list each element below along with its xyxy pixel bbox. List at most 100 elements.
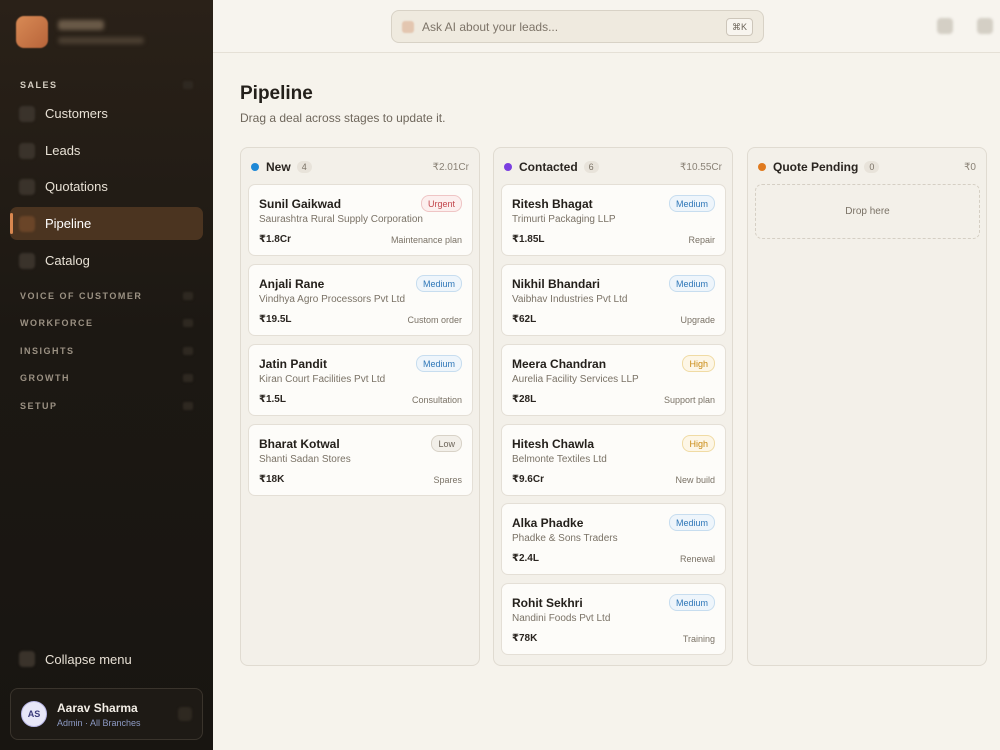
deal-card[interactable]: Rohit Sekhri Nandini Foods Pvt Ltd Mediu… — [501, 583, 726, 655]
priority-badge: High — [682, 355, 715, 372]
column-header: Contacted 6 ₹10.55Cr — [504, 158, 722, 176]
priority-badge: Medium — [668, 275, 715, 292]
deal-amount: ₹1.85L — [512, 234, 545, 245]
deal-amount: ₹62L — [512, 314, 537, 325]
deal-card[interactable]: Meera Chandran Aurelia Facility Services… — [501, 344, 726, 416]
user-role: Admin · All Branches — [57, 717, 141, 728]
deal-company: Vaibhav Industries Pvt Ltd — [512, 294, 628, 305]
priority-badge: Medium — [415, 355, 462, 372]
more-icon[interactable] — [178, 707, 192, 721]
file-icon — [19, 178, 35, 195]
brand[interactable] — [16, 16, 144, 48]
column-total: ₹2.01Cr — [432, 161, 469, 173]
column-total: ₹10.55Cr — [680, 161, 722, 173]
sidebar: SALES Customers Leads Quotations Pipelin… — [0, 0, 213, 750]
deal-name: Ritesh Bhagat — [512, 197, 593, 211]
column-quote-pending[interactable]: Quote Pending 0 ₹0 Drop here — [747, 147, 987, 666]
deal-name: Bharat Kotwal — [259, 437, 340, 451]
page-subtitle: Drag a deal across stages to update it. — [240, 111, 446, 125]
ai-search-input[interactable]: Ask AI about your leads... ⌘K — [391, 10, 764, 43]
priority-badge: Medium — [668, 514, 715, 531]
chevron-down-icon[interactable] — [183, 347, 193, 355]
deal-card[interactable]: Ritesh Bhagat Trimurti Packaging LLP Med… — [501, 184, 726, 256]
sidebar-item-pipeline[interactable]: Pipeline — [10, 207, 203, 240]
sparkle-icon — [402, 20, 414, 33]
topbar: Ask AI about your leads... ⌘K — [213, 0, 1000, 53]
sidebar-item-label: Pipeline — [45, 216, 92, 231]
deal-card[interactable]: Jatin Pandit Kiran Court Facilities Pvt … — [248, 344, 473, 416]
deal-company: Saurashtra Rural Supply Corporation — [259, 214, 423, 225]
deal-card[interactable]: Alka Phadke Phadke & Sons Traders Medium… — [501, 503, 726, 575]
deal-amount: ₹9.6Cr — [512, 474, 544, 485]
deal-amount: ₹19.5L — [259, 314, 292, 325]
count-badge: 6 — [583, 161, 599, 173]
section-insights[interactable]: INSIGHTS — [20, 346, 75, 356]
deal-name: Nikhil Bhandari — [512, 277, 601, 291]
collapse-icon — [19, 651, 35, 667]
avatar: AS — [21, 701, 47, 727]
deal-amount: ₹2.4L — [512, 553, 539, 564]
column-title: Quote Pending — [773, 160, 859, 174]
user-card[interactable]: AS Aarav Sharma Admin · All Branches — [10, 688, 203, 740]
deal-card[interactable]: Anjali Rane Vindhya Agro Processors Pvt … — [248, 264, 473, 336]
deal-name: Jatin Pandit — [259, 357, 328, 371]
target-icon — [19, 142, 35, 159]
search-placeholder: Ask AI about your leads... — [422, 19, 559, 34]
chevron-down-icon[interactable] — [183, 402, 193, 410]
chevron-down-icon[interactable] — [183, 319, 193, 327]
chevron-up-icon[interactable] — [183, 81, 193, 89]
section-sales[interactable]: SALES — [20, 80, 58, 90]
deal-card[interactable]: Bharat Kotwal Shanti Sadan Stores Low ₹1… — [248, 424, 473, 496]
deal-name: Anjali Rane — [259, 277, 325, 291]
deal-name: Alka Phadke — [512, 516, 584, 530]
section-setup[interactable]: SETUP — [20, 401, 58, 411]
column-title: Contacted — [519, 160, 578, 174]
sidebar-item-customers[interactable]: Customers — [10, 97, 203, 130]
deal-amount: ₹78K — [512, 633, 538, 644]
page-title: Pipeline — [240, 83, 313, 104]
chevron-down-icon[interactable] — [183, 292, 193, 300]
collapse-menu-button[interactable]: Collapse menu — [10, 644, 203, 674]
deal-card[interactable]: Nikhil Bhandari Vaibhav Industries Pvt L… — [501, 264, 726, 336]
deal-name: Rohit Sekhri — [512, 596, 583, 610]
priority-badge: Medium — [668, 195, 715, 212]
notifications-icon[interactable] — [977, 18, 993, 34]
drop-zone-label: Drop here — [845, 206, 890, 217]
column-total: ₹0 — [964, 161, 976, 173]
chevron-down-icon[interactable] — [183, 374, 193, 382]
shortcut-badge: ⌘K — [725, 18, 753, 36]
section-voice-of-customer[interactable]: VOICE OF CUSTOMER — [20, 291, 142, 301]
deal-card[interactable]: Hitesh Chawla Belmonte Textiles Ltd High… — [501, 424, 726, 496]
settings-icon[interactable] — [937, 18, 953, 34]
section-workforce[interactable]: WORKFORCE — [20, 318, 94, 328]
deal-company: Aurelia Facility Services LLP — [512, 374, 639, 385]
user-name: Aarav Sharma — [57, 700, 138, 715]
pipeline-icon — [19, 215, 35, 232]
deal-company: Vindhya Agro Processors Pvt Ltd — [259, 294, 406, 305]
drop-zone[interactable]: Drop here — [755, 184, 980, 239]
priority-badge: Low — [431, 435, 462, 452]
column-contacted[interactable]: Contacted 6 ₹10.55Cr Ritesh Bhagat Trimu… — [493, 147, 733, 666]
sidebar-item-quotations[interactable]: Quotations — [10, 170, 203, 203]
count-badge: 4 — [296, 161, 312, 173]
deal-type: Maintenance plan — [390, 235, 462, 245]
brand-text — [58, 20, 144, 44]
section-growth[interactable]: GROWTH — [20, 373, 70, 383]
deal-card[interactable]: Sunil Gaikwad Saurashtra Rural Supply Co… — [248, 184, 473, 256]
sidebar-item-catalog[interactable]: Catalog — [10, 244, 203, 277]
deal-type: Consultation — [411, 395, 462, 405]
deal-amount: ₹28L — [512, 394, 537, 405]
deal-company: Shanti Sadan Stores — [259, 454, 351, 465]
deal-company: Trimurti Packaging LLP — [512, 214, 616, 225]
user-info: Aarav Sharma Admin · All Branches — [57, 701, 141, 728]
status-dot — [251, 163, 259, 171]
column-new[interactable]: New 4 ₹2.01Cr Sunil Gaikwad Saurashtra R… — [240, 147, 480, 666]
sidebar-item-label: Customers — [45, 106, 108, 121]
deal-amount: ₹18K — [259, 474, 285, 485]
status-dot — [758, 163, 766, 171]
deal-type: New build — [675, 475, 715, 485]
sidebar-item-leads[interactable]: Leads — [10, 134, 203, 167]
deal-company: Belmonte Textiles Ltd — [512, 454, 607, 465]
deal-amount: ₹1.8Cr — [259, 234, 291, 245]
status-dot — [504, 163, 512, 171]
